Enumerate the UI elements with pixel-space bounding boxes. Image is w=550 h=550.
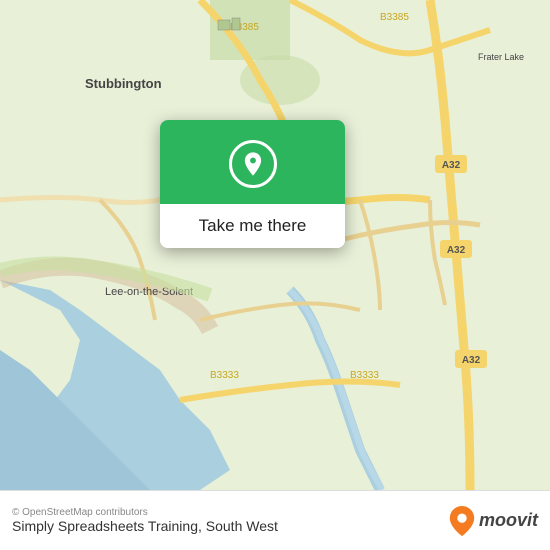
svg-text:B3333: B3333 xyxy=(350,370,379,381)
moovit-pin-icon xyxy=(449,506,475,536)
svg-text:Stubbington: Stubbington xyxy=(85,76,162,91)
bottom-bar: © OpenStreetMap contributors Simply Spre… xyxy=(0,490,550,550)
location-title: Simply Spreadsheets Training, South West xyxy=(12,518,278,534)
popup-button-area[interactable]: Take me there xyxy=(160,204,345,248)
location-icon xyxy=(229,140,277,188)
svg-text:B3333: B3333 xyxy=(210,370,239,381)
svg-text:Frater Lake: Frater Lake xyxy=(478,52,524,62)
moovit-logo: moovit xyxy=(449,506,538,536)
svg-text:A32: A32 xyxy=(462,355,481,366)
take-me-there-button[interactable]: Take me there xyxy=(199,216,307,236)
popup-card: Take me there xyxy=(160,120,345,248)
bottom-left-info: © OpenStreetMap contributors Simply Spre… xyxy=(12,507,278,534)
svg-text:B3385: B3385 xyxy=(380,12,409,23)
moovit-brand-text: moovit xyxy=(479,510,538,531)
popup-green-area xyxy=(160,120,345,204)
map-container: B3334 B3385 A32 A32 A32 B3333 B3333 B333… xyxy=(0,0,550,490)
svg-text:A32: A32 xyxy=(442,160,461,171)
svg-text:A32: A32 xyxy=(447,245,466,256)
attribution-text: © OpenStreetMap contributors xyxy=(12,507,278,518)
